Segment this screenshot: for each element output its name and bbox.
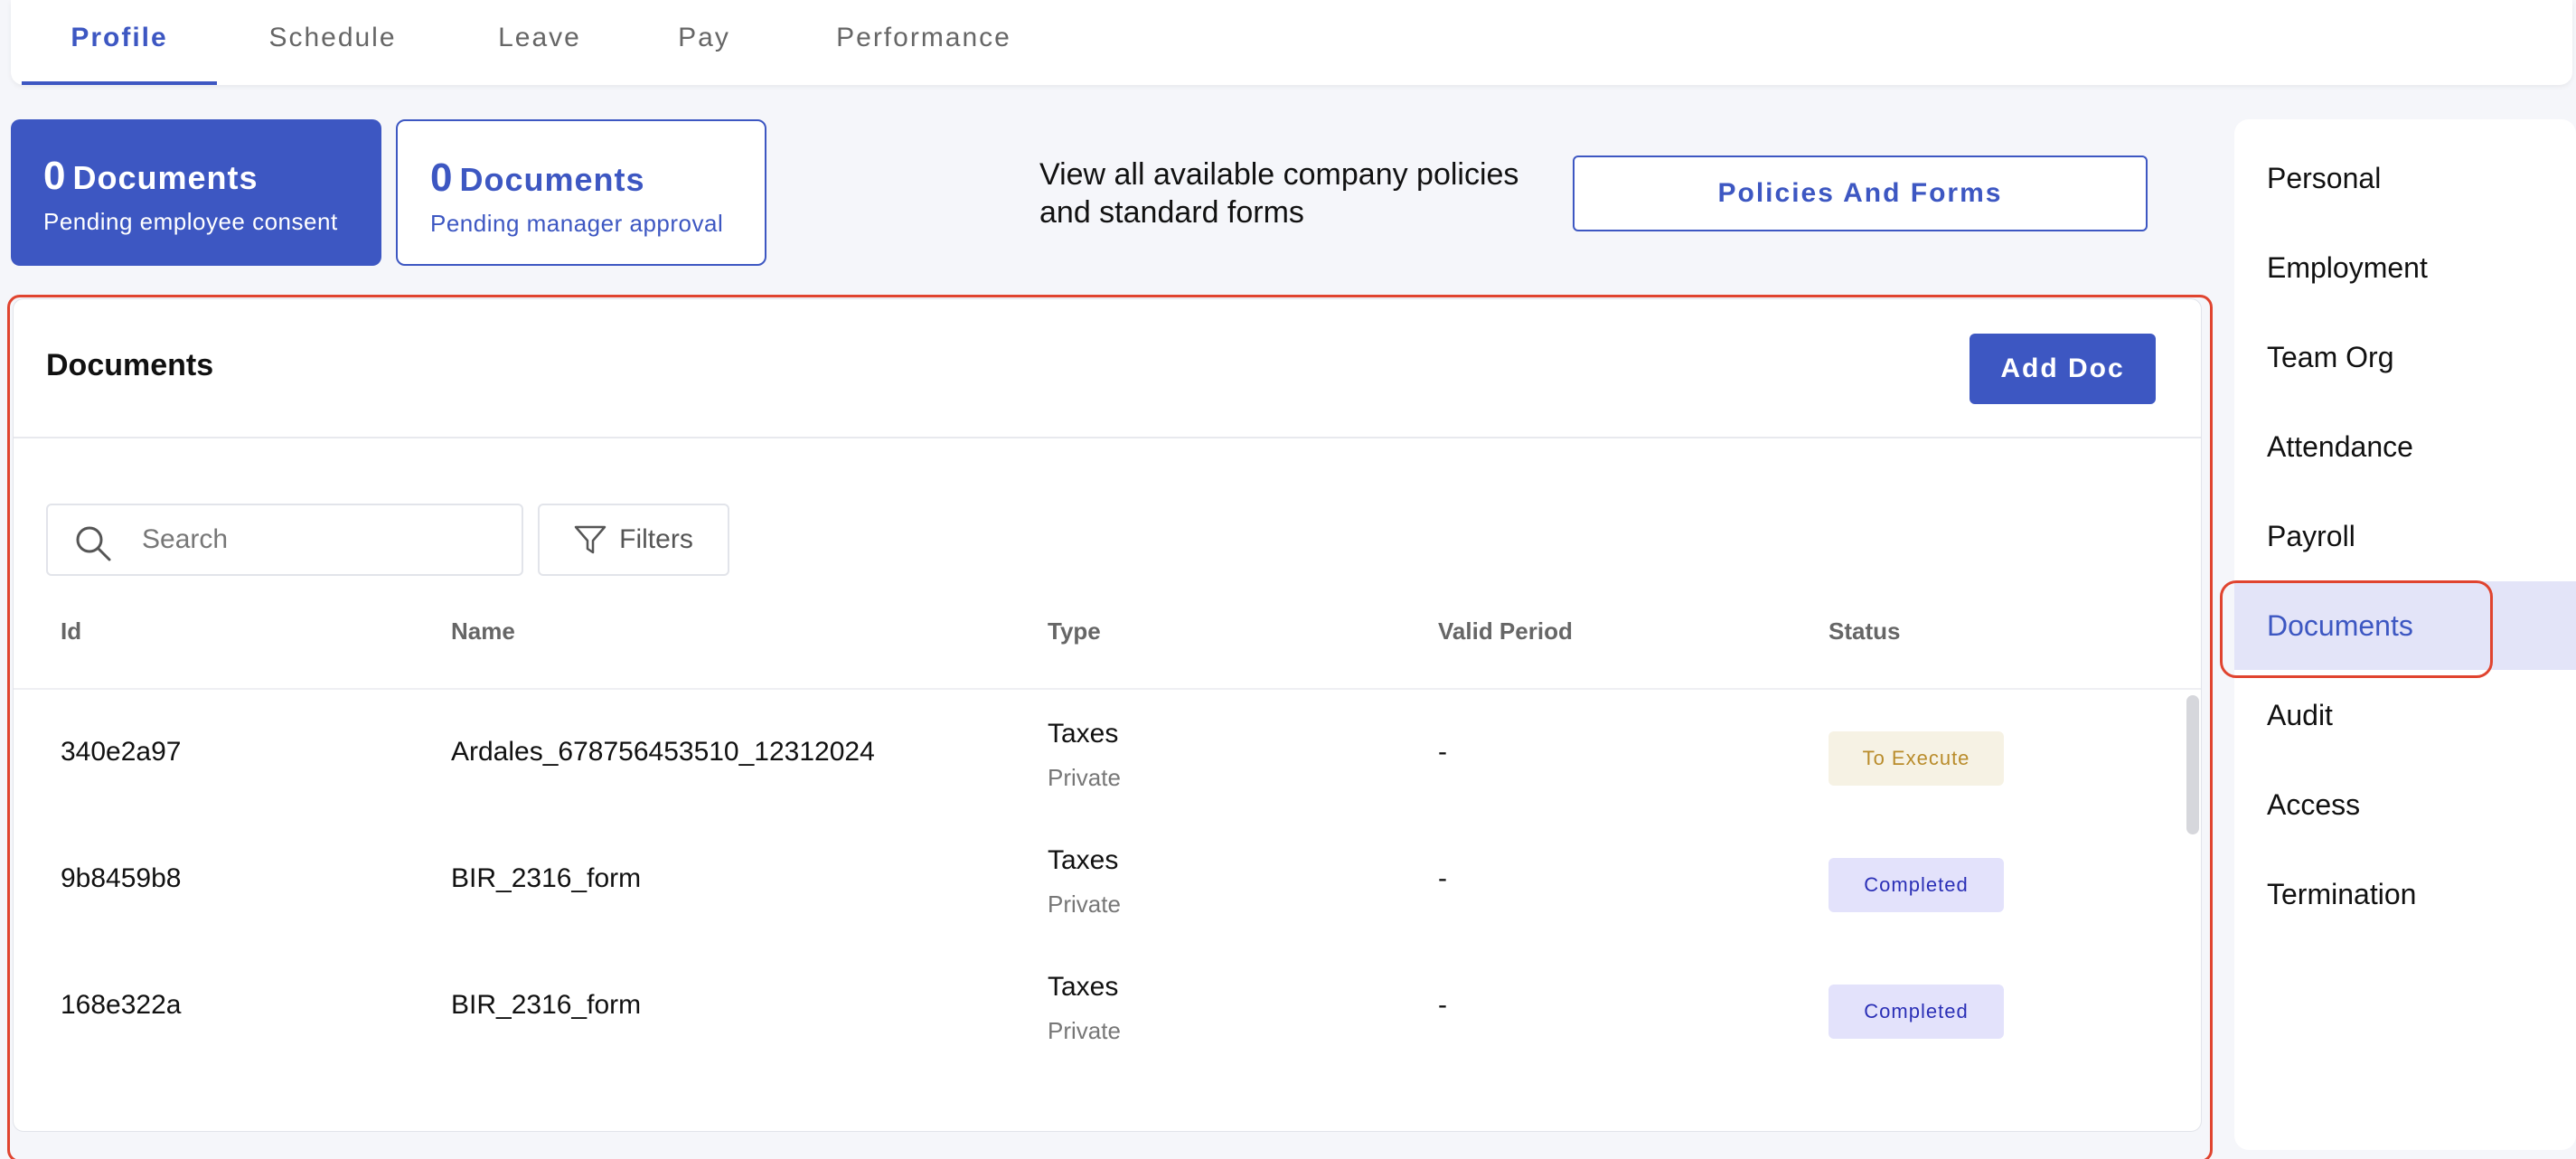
employee-profile-page: Profile Schedule Leave Pay Performance 0… <box>0 0 2576 1159</box>
sidebar-item-personal[interactable]: Personal <box>2234 134 2576 222</box>
tab-pay[interactable]: Pay <box>654 0 754 85</box>
tab-schedule[interactable]: Schedule <box>242 0 423 85</box>
pending-approval-card[interactable]: 0 Documents Pending manager approval <box>396 119 766 266</box>
approval-count: 0 <box>430 155 453 200</box>
tab-performance[interactable]: Performance <box>806 0 1041 85</box>
tab-profile[interactable]: Profile <box>22 0 217 85</box>
policies-description: View all available company policies and … <box>1039 157 1519 230</box>
approval-count-line: 0 Documents <box>430 155 765 201</box>
profile-sidebar: Personal Employment Team Org Attendance … <box>2234 119 2576 1150</box>
policies-and-forms-button[interactable]: Policies And Forms <box>1573 155 2148 231</box>
approval-subtitle: Pending manager approval <box>430 210 724 237</box>
sidebar-item-attendance[interactable]: Attendance <box>2234 402 2576 491</box>
tab-leave[interactable]: Leave <box>472 0 607 85</box>
sidebar-item-employment[interactable]: Employment <box>2234 223 2576 312</box>
consent-subtitle: Pending employee consent <box>43 208 338 235</box>
sidebar-item-documents[interactable]: Documents <box>2234 581 2576 670</box>
sidebar-item-team-org[interactable]: Team Org <box>2234 313 2576 401</box>
documents-panel-highlight <box>7 295 2213 1159</box>
sidebar-item-audit[interactable]: Audit <box>2234 671 2576 759</box>
consent-count-line: 0 Documents <box>43 154 381 199</box>
sidebar-item-termination[interactable]: Termination <box>2234 850 2576 938</box>
pending-consent-card[interactable]: 0 Documents Pending employee consent <box>11 119 381 266</box>
approval-count-label: Documents <box>459 161 645 198</box>
consent-count: 0 <box>43 154 66 198</box>
consent-count-label: Documents <box>72 159 259 196</box>
top-tab-bar: Profile Schedule Leave Pay Performance <box>11 0 2572 85</box>
sidebar-item-access[interactable]: Access <box>2234 760 2576 849</box>
sidebar-item-payroll[interactable]: Payroll <box>2234 492 2576 580</box>
